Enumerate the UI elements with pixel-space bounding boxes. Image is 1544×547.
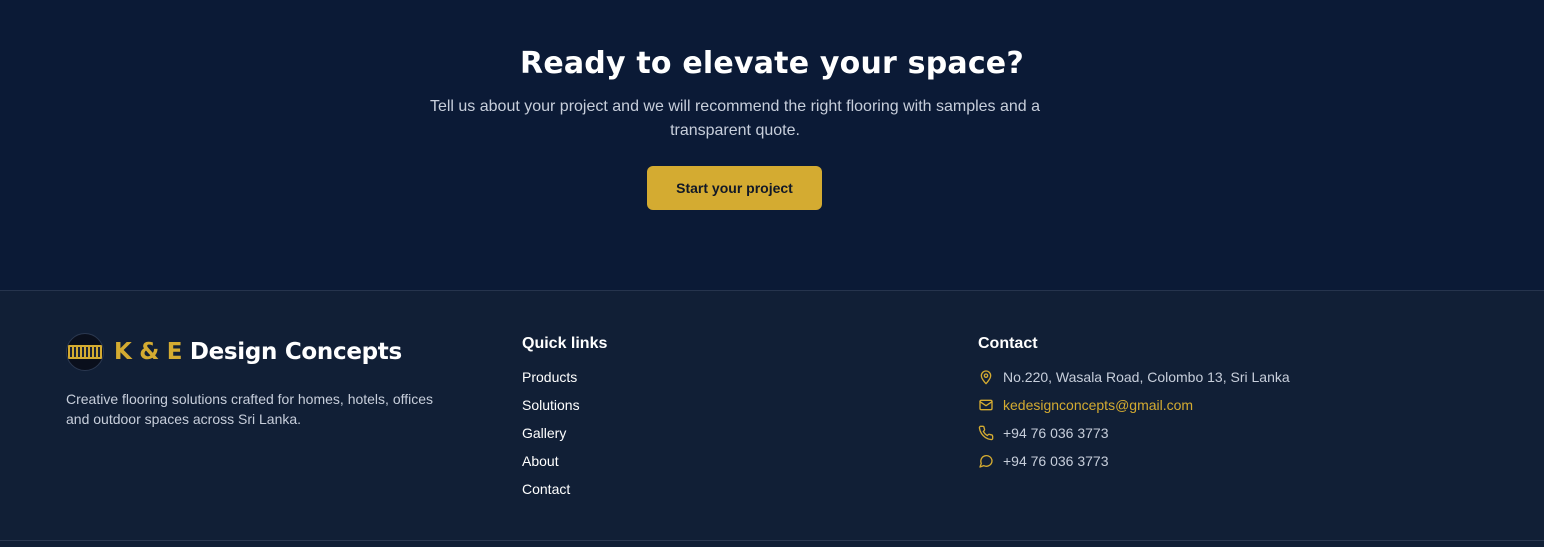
cta-description: Tell us about your project and we will r… xyxy=(429,98,1041,139)
site-footer: K & E Design Concepts Creative flooring … xyxy=(0,290,1544,547)
quick-link-item: Products xyxy=(522,367,580,395)
quick-link-gallery[interactable]: Gallery xyxy=(522,425,566,441)
brand-name: K & E Design Concepts xyxy=(114,339,402,365)
contact-address: No.220, Wasala Road, Colombo 13, Sri Lan… xyxy=(978,367,1290,395)
start-project-button[interactable]: Start your project xyxy=(647,166,822,210)
contact-email-link[interactable]: kedesignconcepts@gmail.com xyxy=(1003,395,1193,415)
quick-link-item: Gallery xyxy=(522,423,580,451)
brand-name-rest: Design Concepts xyxy=(189,339,402,365)
contact-title: Contact xyxy=(978,335,1038,352)
brand[interactable]: K & E Design Concepts xyxy=(66,333,402,371)
cta-title: Ready to elevate your space? xyxy=(520,46,1024,81)
contact-whatsapp: +94 76 036 3773 xyxy=(978,451,1290,479)
brand-name-accent: K & E xyxy=(114,339,183,365)
mail-icon xyxy=(978,397,994,413)
chat-icon xyxy=(978,453,994,469)
quick-link-products[interactable]: Products xyxy=(522,369,577,385)
brand-logo xyxy=(66,333,104,371)
quick-link-solutions[interactable]: Solutions xyxy=(522,397,580,413)
quick-links-list: Products Solutions Gallery About Contact xyxy=(522,367,580,507)
cta-section: Ready to elevate your space? Tell us abo… xyxy=(0,0,1544,290)
quick-links-title: Quick links xyxy=(522,335,608,352)
quick-link-about[interactable]: About xyxy=(522,453,559,469)
contact-phone-text[interactable]: +94 76 036 3773 xyxy=(1003,423,1109,443)
contact-email: kedesignconcepts@gmail.com xyxy=(978,395,1290,423)
contact-list: No.220, Wasala Road, Colombo 13, Sri Lan… xyxy=(978,367,1290,479)
map-pin-icon xyxy=(978,369,994,385)
footer-divider xyxy=(0,540,1544,541)
contact-whatsapp-text[interactable]: +94 76 036 3773 xyxy=(1003,451,1109,471)
phone-icon xyxy=(978,425,994,441)
quick-link-contact[interactable]: Contact xyxy=(522,481,570,497)
contact-address-text: No.220, Wasala Road, Colombo 13, Sri Lan… xyxy=(1003,369,1290,385)
quick-link-item: Contact xyxy=(522,479,580,507)
quick-link-item: About xyxy=(522,451,580,479)
contact-phone: +94 76 036 3773 xyxy=(978,423,1290,451)
quick-link-item: Solutions xyxy=(522,395,580,423)
brand-description: Creative flooring solutions crafted for … xyxy=(66,391,434,427)
